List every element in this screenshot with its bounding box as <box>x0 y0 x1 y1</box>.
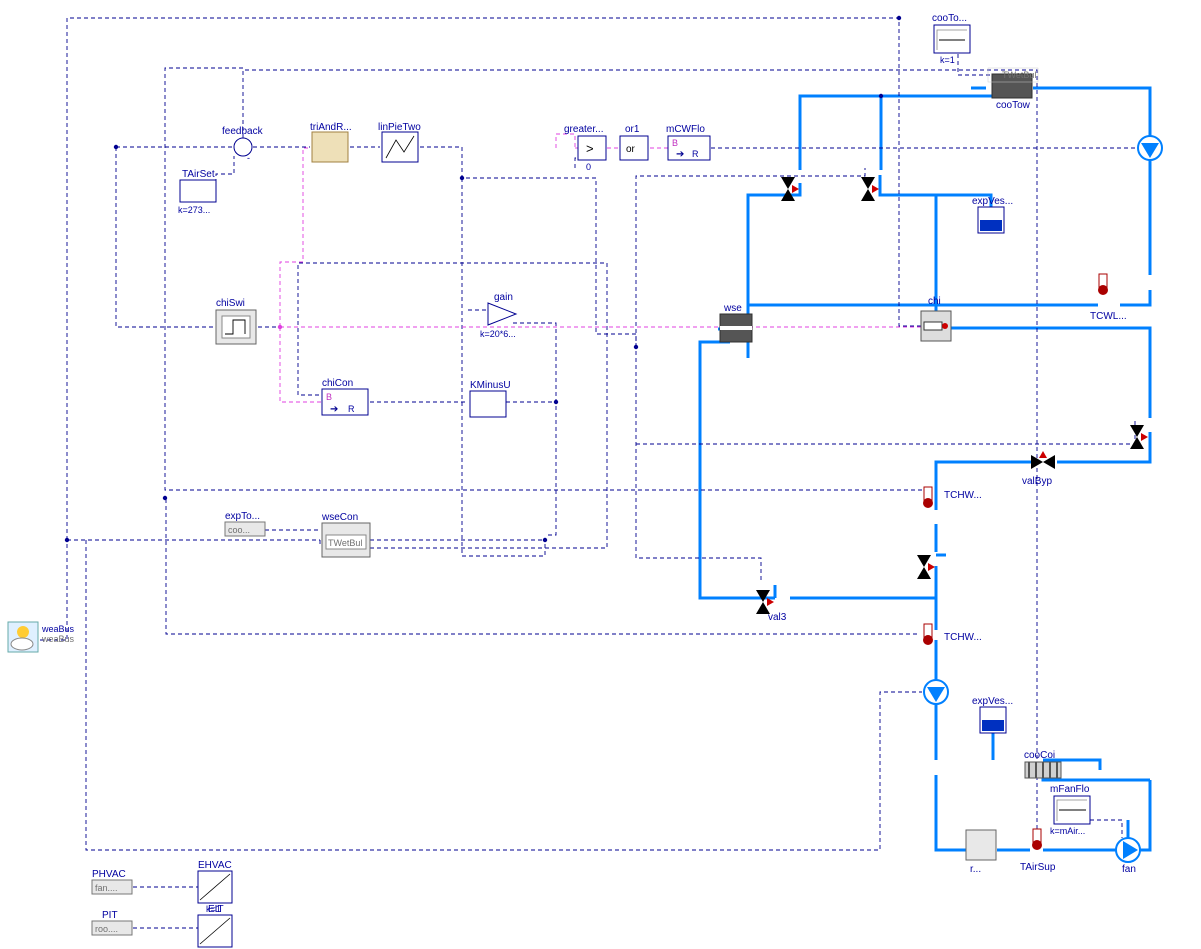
gain-block: gain k=20*6... <box>480 292 516 339</box>
expVesTop-block: expVes... <box>972 196 1013 233</box>
feedback-minus: - <box>247 153 250 163</box>
EIT-label: EIT <box>208 904 224 915</box>
expTo-label: expTo... <box>225 511 260 522</box>
EHVAC-label: EHVAC <box>198 860 232 871</box>
KMinusU-label: KMinusU <box>470 380 511 391</box>
wseCon-block: wseCon TWetBul <box>321 512 370 557</box>
PHVAC-block: PHVAC fan.... <box>92 869 132 894</box>
cooTow-label: cooTow <box>996 100 1031 111</box>
feedback-label: feedback <box>222 126 264 137</box>
chiSwi-block: chiSwi <box>216 298 256 344</box>
greater-symbol: > <box>586 141 594 156</box>
PHVAC-label: PHVAC <box>92 869 126 880</box>
TCWL-block: TCWL... <box>1090 274 1127 322</box>
feedback-block: feedback - <box>222 126 264 163</box>
chi-block: chi <box>921 296 951 341</box>
rooSink-block: r... <box>966 830 996 875</box>
expVesBot-block: expVes... <box>972 696 1013 733</box>
gain-label: gain <box>494 292 513 303</box>
fan-block: fan <box>1116 838 1140 875</box>
triAndR-label: triAndR... <box>310 122 352 133</box>
or1-block: or1 or <box>620 124 648 160</box>
val6-block: val6 <box>427 0 1149 449</box>
linPieTwo-block: linPieTwo <box>378 122 421 162</box>
mFanFlo-sub: k=mAir... <box>1050 826 1085 836</box>
mCWFlo-R: R <box>692 149 699 159</box>
cooTo-block: cooTo... k=1 <box>932 13 970 65</box>
val4-block: val4 <box>177 0 800 201</box>
mCWFlo-arrow: ➔ <box>676 149 684 160</box>
TWetBul-label: TWetBul <box>1002 70 1036 80</box>
valByp-label: valByp <box>1022 476 1052 487</box>
val3-label: val3 <box>768 612 787 623</box>
TAirSet-label: TAirSet <box>182 169 215 180</box>
wse-label: wse <box>723 303 742 314</box>
val1-block: val1 <box>557 0 936 579</box>
greater-label: greater... <box>564 124 603 135</box>
TCWL-label: TCWL... <box>1090 311 1127 322</box>
weaBus-sub: weaBus <box>41 634 75 644</box>
expVesTop-label: expVes... <box>972 196 1013 207</box>
mCWFlo-B: B <box>672 138 678 148</box>
mCWFlo-label: mCWFlo <box>666 124 705 135</box>
TAirSet-block: TAirSet k=273... <box>178 169 216 215</box>
PIT-label: PIT <box>102 910 118 921</box>
chiCon-label: chiCon <box>322 378 353 389</box>
chi-label: chi <box>928 296 941 307</box>
wseCon-sub: TWetBul <box>328 538 362 548</box>
chiSwi-label: chiSwi <box>216 298 245 309</box>
greater-sub: 0 <box>586 162 591 172</box>
cooTo-sub: k=1 <box>940 55 955 65</box>
chiCon-arrow: ➔ <box>330 404 338 415</box>
PIT-block: PIT roo.... <box>92 910 132 935</box>
or1-label: or1 <box>625 124 640 135</box>
weaBus-block: weaBus weaBus <box>8 622 75 652</box>
expTo-block: expTo... coo... <box>225 511 265 536</box>
weaBus-label: weaBus <box>41 624 75 634</box>
TCHWbot-block: TCHW... <box>923 624 982 645</box>
greater-block: greater... > 0 <box>564 124 606 172</box>
TAirSup-label: TAirSup <box>1020 862 1056 873</box>
TCHWtop-block: TCHW... <box>923 487 982 508</box>
EIT-block: EIT <box>198 904 232 947</box>
mCWFlo-block: mCWFlo B ➔ R <box>666 124 710 160</box>
expTo-sub: coo... <box>228 525 250 535</box>
fan-label: fan <box>1122 864 1136 875</box>
TAirSet-sub: k=273... <box>178 205 210 215</box>
KMinusU-block: KMinusU <box>470 380 511 417</box>
rooSink-label: r... <box>970 864 981 875</box>
cooCoi-label: cooCoi <box>1024 750 1055 761</box>
chiCon-R: R <box>348 404 355 414</box>
val3-block: val3 <box>756 590 787 623</box>
gain-sub: k=20*6... <box>480 329 516 339</box>
chiCon-B: B <box>326 392 332 402</box>
val5-block: val5 <box>177 0 880 201</box>
linPieTwo-label: linPieTwo <box>378 122 421 133</box>
or1-text: or <box>626 144 636 155</box>
cooTo-label: cooTo... <box>932 13 967 24</box>
PHVAC-sub: fan.... <box>95 883 118 893</box>
TCHWtop-label: TCHW... <box>944 490 982 501</box>
PIT-sub: roo.... <box>95 924 118 934</box>
chiCon-block: chiCon B ➔ R <box>322 378 368 415</box>
expVesBot-label: expVes... <box>972 696 1013 707</box>
mFanFlo-label: mFanFlo <box>1050 784 1090 795</box>
TCHWbot-label: TCHW... <box>944 632 982 643</box>
valByp-block: valByp <box>1022 451 1055 487</box>
mFanFlo-block: mFanFlo k=mAir... <box>1050 784 1090 836</box>
wseCon-label: wseCon <box>321 512 358 523</box>
cooCoi-block: cooCoi <box>1024 750 1061 778</box>
triAndR-block: triAndR... <box>310 122 352 162</box>
